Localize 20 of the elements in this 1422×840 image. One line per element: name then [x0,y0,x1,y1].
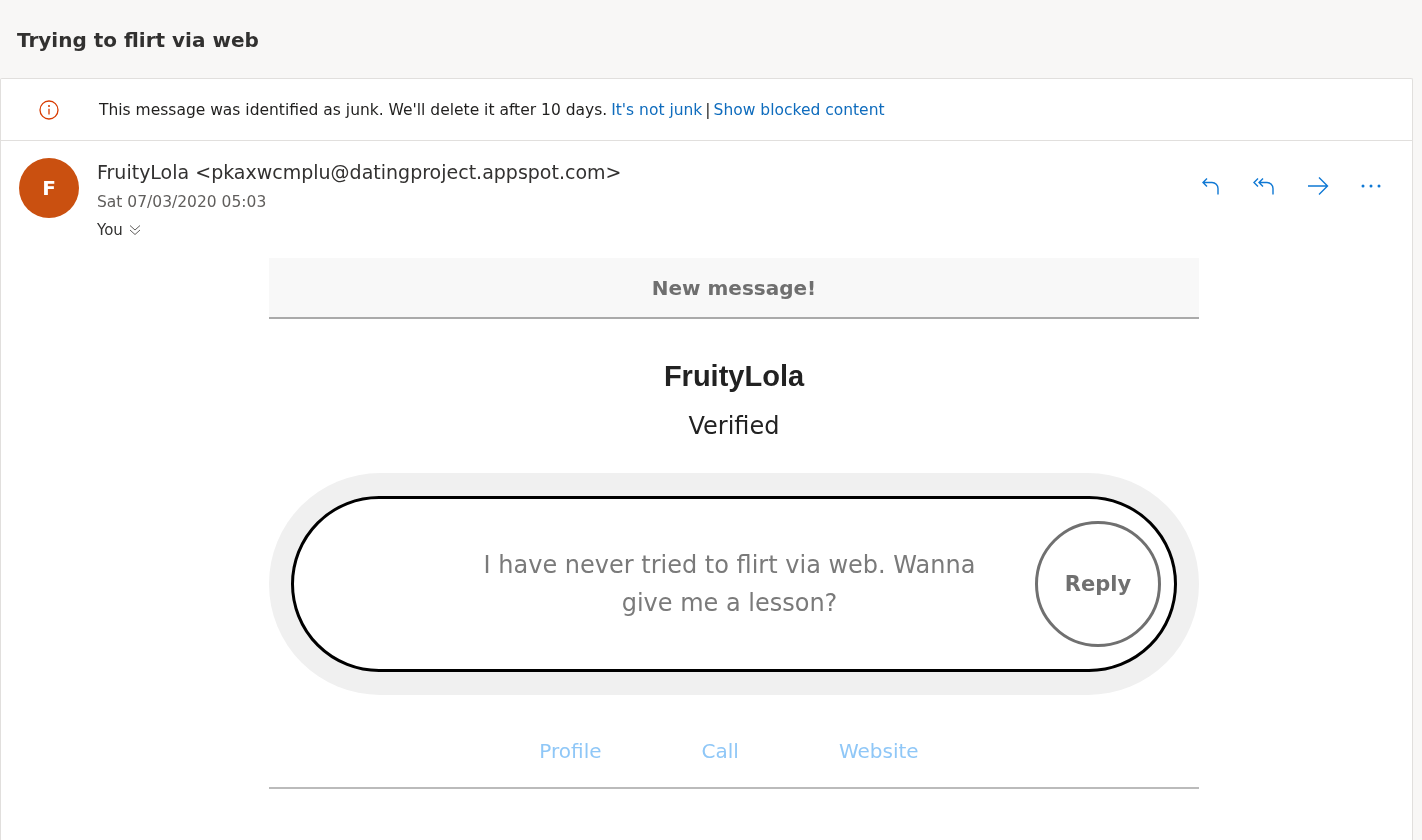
recipient: You [97,221,123,239]
verified-status: Verified [687,411,781,442]
banner-link[interactable]: It's not junk [611,100,703,119]
reply-icon[interactable] [1201,176,1221,196]
banner-link[interactable]: Show blocked content [713,100,885,119]
junk-notice: This message was identified as junk. We'll delete it after 10 days. [99,100,608,119]
link-separator: | [705,100,711,119]
sent-date: Sat 07/03/2020 05:03 [97,192,268,213]
reply-all-icon[interactable] [1253,176,1275,196]
message-text: I have never tried to flirt via web. Wanna give me a lesson? [482,550,977,619]
message-header: New message! [269,258,1199,319]
more-icon[interactable] [1361,184,1381,188]
forward-icon[interactable] [1307,176,1329,196]
double-chevron-icon[interactable] [128,224,141,236]
info-icon [39,99,59,120]
sender-address: FruityLola <pkaxwcmplu@datingproject.appspot.com> [97,160,622,184]
email-subject: Trying to flirt via web [17,28,259,52]
avatar: F [19,158,79,218]
profile-name: FruityLola [662,359,806,394]
reply-button[interactable]: Reply [1035,521,1161,647]
